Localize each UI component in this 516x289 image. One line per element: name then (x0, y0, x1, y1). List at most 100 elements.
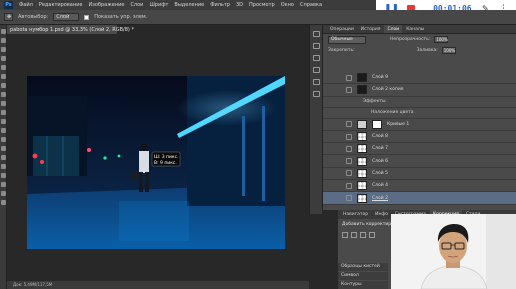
fill-label: Заливка: (416, 48, 438, 53)
history-brush-icon[interactable] (1, 110, 6, 115)
opacity-label: Непрозрачность: (390, 37, 431, 42)
dodge-tool-icon[interactable] (1, 146, 6, 151)
stamp-tool-icon[interactable] (1, 101, 6, 106)
quick-select-tool-icon[interactable] (1, 56, 6, 61)
lock-label: Закрепить: (328, 48, 355, 53)
layer-row[interactable]: Слой 5 (323, 168, 516, 181)
menu-edit[interactable]: Редактирование (39, 2, 83, 8)
menu-window[interactable]: Окно (281, 2, 294, 8)
tab-layers[interactable]: Слои (384, 25, 403, 33)
layer-thumbnail (357, 168, 367, 178)
layer-name: Слой 5 (372, 170, 388, 176)
hand-tool-icon[interactable] (1, 191, 6, 196)
menu-filter[interactable]: Фильтр (210, 2, 230, 8)
adjustment-icon (357, 119, 367, 129)
effect-color-overlay[interactable]: Наложение цвета (323, 108, 516, 119)
visibility-icon[interactable] (346, 195, 352, 202)
exposure-icon[interactable] (369, 232, 375, 238)
character-panel-icon[interactable] (313, 67, 320, 73)
lasso-tool-icon[interactable] (1, 47, 6, 52)
layer-thumbnail (357, 85, 367, 95)
menu-help[interactable]: Справка (300, 2, 322, 8)
tab-actions[interactable]: Операции (327, 25, 357, 33)
visibility-icon[interactable] (346, 121, 352, 128)
history-panel-icon[interactable] (313, 31, 320, 37)
layer-name: Слой 2 (372, 195, 388, 201)
pen-tool-icon[interactable] (1, 155, 6, 160)
visibility-icon[interactable] (346, 145, 352, 152)
tools-panel (0, 25, 7, 289)
shape-tool-icon[interactable] (1, 182, 6, 187)
opacity-input[interactable]: 100% (434, 36, 449, 43)
visibility-icon[interactable] (346, 86, 352, 93)
blend-row: Обычные Непрозрачность: 100% (323, 34, 516, 45)
visibility-icon[interactable] (346, 74, 352, 81)
menu-layers[interactable]: Слои (130, 2, 143, 8)
layers-panel: Операции История Слои Каналы Обычные Неп… (322, 25, 516, 210)
effects-row[interactable]: Эффекты (323, 97, 516, 108)
menu-view[interactable]: Просмотр (249, 2, 275, 8)
menu-select[interactable]: Выделение (174, 2, 204, 8)
marquee-tool-icon[interactable] (1, 38, 6, 43)
layer-row-selected[interactable]: Слой 2 (323, 192, 516, 205)
actions-panel-icon[interactable] (313, 43, 320, 49)
brush-panel-icon[interactable] (313, 91, 320, 97)
layer-thumbnail (357, 73, 367, 83)
layer-row[interactable]: Кривые 1 (323, 119, 516, 131)
type-tool-icon[interactable] (1, 164, 6, 169)
presenter-video (391, 214, 516, 289)
visibility-icon[interactable] (346, 182, 352, 189)
levels-icon[interactable] (351, 232, 357, 238)
healing-tool-icon[interactable] (1, 83, 6, 88)
path-select-icon[interactable] (1, 173, 6, 178)
fill-input[interactable]: 100% (441, 47, 456, 54)
visibility-icon[interactable] (346, 170, 352, 177)
visibility-icon[interactable] (346, 133, 352, 140)
tab-history[interactable]: История (358, 25, 384, 33)
gradient-tool-icon[interactable] (1, 128, 6, 133)
eraser-tool-icon[interactable] (1, 119, 6, 124)
show-controls-checkbox[interactable] (84, 14, 90, 20)
lock-row: Закрепить: Заливка: 100% (323, 45, 516, 56)
move-tool-icon[interactable]: ✥ (4, 13, 13, 21)
layer-mask-thumbnail (372, 119, 382, 129)
tab-channels[interactable]: Каналы (403, 25, 427, 33)
layer-name: Кривые 1 (387, 121, 410, 127)
menu-file[interactable]: Файл (19, 2, 33, 8)
layer-row[interactable]: Слой 4 (323, 180, 516, 193)
layer-name: Слой 8 (372, 134, 388, 140)
layer-row[interactable]: Слой 9 (323, 72, 516, 85)
blur-tool-icon[interactable] (1, 137, 6, 142)
layer-row[interactable]: Слой 8 (323, 131, 516, 144)
properties-panel-icon[interactable] (313, 55, 320, 61)
menu-type[interactable]: Шрифт (149, 2, 168, 8)
visibility-icon[interactable] (346, 158, 352, 165)
brightness-icon[interactable] (342, 232, 348, 238)
tab-paths[interactable]: Контуры (338, 281, 388, 289)
layer-row[interactable]: Слой 2 копия (323, 84, 516, 97)
layer-name: Слой 4 (372, 183, 388, 189)
document-tab[interactable]: pabota нумбор 1.psd @ 33,3% (Слой 2, RGB… (7, 25, 134, 34)
eyedropper-tool-icon[interactable] (1, 74, 6, 79)
move-tool-icon[interactable] (1, 29, 6, 34)
tab-navigator[interactable]: Навигатор (340, 210, 371, 219)
document-image[interactable]: Ш: 3 пикс. В: 9 пикс. (27, 76, 285, 249)
zoom-tool-icon[interactable] (1, 200, 6, 205)
layers-list: Слой 9 Слой 2 копия Эффекты Наложение цв… (323, 72, 516, 210)
menu-image[interactable]: Изображение (88, 2, 124, 8)
blend-mode-select[interactable]: Обычные (328, 35, 366, 44)
layer-row[interactable]: Слой 7 (323, 143, 516, 156)
autoselect-select[interactable]: Слой (53, 13, 80, 21)
brush-tool-icon[interactable] (1, 92, 6, 97)
collapsed-panel-tabs: Образцы кистей Символ Контуры (338, 263, 388, 289)
tab-character[interactable]: Символ (338, 272, 388, 280)
night-street-photo: Ш: 3 пикс. В: 9 пикс. (27, 76, 285, 249)
tab-brush-presets[interactable]: Образцы кистей (338, 263, 388, 271)
paragraph-panel-icon[interactable] (313, 79, 320, 85)
curves-icon[interactable] (360, 232, 366, 238)
collapsed-panels (309, 25, 322, 214)
menu-3d[interactable]: 3D (236, 2, 243, 8)
layer-row[interactable]: Слой 6 (323, 155, 516, 168)
crop-tool-icon[interactable] (1, 65, 6, 70)
tab-info[interactable]: Инфо (372, 210, 391, 219)
